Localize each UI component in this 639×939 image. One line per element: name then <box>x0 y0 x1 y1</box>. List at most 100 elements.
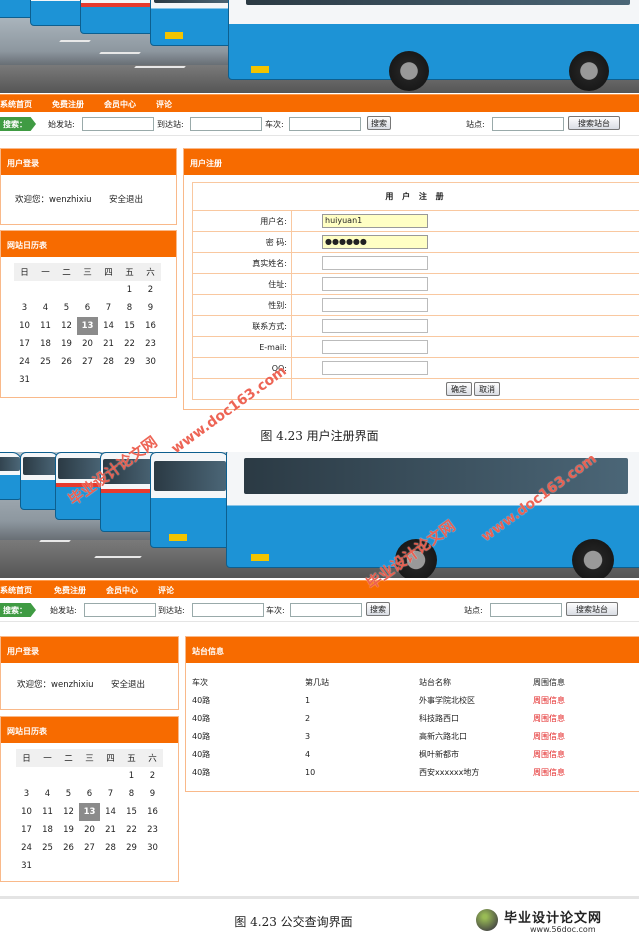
calendar-day[interactable]: 24 <box>14 353 35 371</box>
calendar-day[interactable]: 4 <box>35 299 56 317</box>
calendar-day[interactable]: 13 <box>77 317 98 335</box>
logout-link-2[interactable]: 安全退出 <box>111 678 145 690</box>
surrounding-info-link[interactable]: 周围信息 <box>533 727 632 745</box>
calendar-day[interactable]: 13 <box>79 803 100 821</box>
calendar-day[interactable]: 17 <box>14 335 35 353</box>
calendar-day[interactable]: 14 <box>100 803 121 821</box>
register-field-input[interactable]: ●●●●●● <box>322 235 428 249</box>
register-field-input[interactable] <box>322 298 428 312</box>
register-field-input[interactable] <box>322 277 428 291</box>
calendar-weekday: 一 <box>37 749 58 767</box>
register-field-input[interactable] <box>322 361 428 375</box>
calendar-day[interactable]: 2 <box>140 281 161 299</box>
calendar-day[interactable]: 3 <box>14 299 35 317</box>
calendar-day[interactable]: 31 <box>14 371 35 389</box>
calendar-day[interactable]: 20 <box>77 335 98 353</box>
surrounding-info-link[interactable]: 周围信息 <box>533 763 632 781</box>
calendar-day[interactable]: 18 <box>37 821 58 839</box>
calendar-day[interactable]: 23 <box>142 821 163 839</box>
calendar-day[interactable]: 25 <box>37 839 58 857</box>
calendar-day[interactable]: 1 <box>121 767 142 785</box>
calendar-day[interactable]: 19 <box>56 335 77 353</box>
calendar-day[interactable]: 12 <box>58 803 79 821</box>
calendar-day[interactable]: 30 <box>142 839 163 857</box>
calendar-day[interactable]: 17 <box>16 821 37 839</box>
calendar-day[interactable]: 6 <box>79 785 100 803</box>
calendar-day[interactable]: 27 <box>77 353 98 371</box>
calendar-day[interactable]: 29 <box>119 353 140 371</box>
station-input-2[interactable] <box>490 603 562 617</box>
station-input[interactable] <box>492 117 564 131</box>
calendar-day[interactable]: 30 <box>140 353 161 371</box>
surrounding-info-link[interactable]: 周围信息 <box>533 709 632 727</box>
cancel-button[interactable]: 取消 <box>474 382 500 396</box>
calendar-day[interactable]: 25 <box>35 353 56 371</box>
station-search-button-2[interactable]: 搜索站台 <box>566 602 618 616</box>
calendar-day[interactable]: 18 <box>35 335 56 353</box>
line-input[interactable] <box>289 117 361 131</box>
calendar-day[interactable]: 20 <box>79 821 100 839</box>
nav-register-2[interactable]: 免费注册 <box>54 585 86 596</box>
nav-member-2[interactable]: 会员中心 <box>106 585 138 596</box>
logout-link[interactable]: 安全退出 <box>109 193 143 205</box>
confirm-button[interactable]: 确定 <box>446 382 472 396</box>
calendar-day[interactable]: 16 <box>140 317 161 335</box>
calendar-day[interactable]: 15 <box>121 803 142 821</box>
calendar-day[interactable]: 26 <box>56 353 77 371</box>
calendar-day[interactable]: 11 <box>35 317 56 335</box>
calendar-day[interactable]: 1 <box>119 281 140 299</box>
calendar-day[interactable]: 7 <box>100 785 121 803</box>
nav-register[interactable]: 免费注册 <box>52 99 84 110</box>
line-input-2[interactable] <box>290 603 362 617</box>
calendar-day[interactable]: 21 <box>98 335 119 353</box>
station-search-button[interactable]: 搜索站台 <box>568 116 620 130</box>
calendar-day[interactable]: 21 <box>100 821 121 839</box>
nav-comment[interactable]: 评论 <box>156 99 172 110</box>
calendar-day[interactable]: 29 <box>121 839 142 857</box>
calendar-day[interactable]: 22 <box>119 335 140 353</box>
calendar-day[interactable]: 26 <box>58 839 79 857</box>
calendar-day[interactable]: 11 <box>37 803 58 821</box>
calendar-day[interactable]: 6 <box>77 299 98 317</box>
calendar-day[interactable]: 3 <box>16 785 37 803</box>
calendar-day[interactable]: 28 <box>100 839 121 857</box>
calendar-day[interactable]: 10 <box>14 317 35 335</box>
calendar-day[interactable]: 19 <box>58 821 79 839</box>
calendar-day[interactable]: 4 <box>37 785 58 803</box>
to-input[interactable] <box>190 117 262 131</box>
calendar-day[interactable]: 28 <box>98 353 119 371</box>
calendar-day[interactable]: 24 <box>16 839 37 857</box>
calendar-day[interactable]: 31 <box>16 857 37 875</box>
surrounding-info-link[interactable]: 周围信息 <box>533 691 632 709</box>
search-button[interactable]: 搜索 <box>367 116 391 130</box>
calendar-day[interactable]: 15 <box>119 317 140 335</box>
calendar-day[interactable]: 10 <box>16 803 37 821</box>
surrounding-info-link[interactable]: 周围信息 <box>533 745 632 763</box>
register-field-input[interactable] <box>322 319 428 333</box>
calendar-day[interactable]: 8 <box>119 299 140 317</box>
calendar-day[interactable]: 9 <box>142 785 163 803</box>
from-input[interactable] <box>82 117 154 131</box>
register-field-input[interactable] <box>322 340 428 354</box>
calendar-day[interactable]: 14 <box>98 317 119 335</box>
calendar-day[interactable]: 5 <box>56 299 77 317</box>
nav-home-2[interactable]: 系统首页 <box>0 585 32 596</box>
calendar-day[interactable]: 2 <box>142 767 163 785</box>
to-input-2[interactable] <box>192 603 264 617</box>
calendar-day[interactable]: 22 <box>121 821 142 839</box>
nav-comment-2[interactable]: 评论 <box>158 585 174 596</box>
calendar-day[interactable]: 8 <box>121 785 142 803</box>
register-field-input[interactable] <box>322 256 428 270</box>
nav-member[interactable]: 会员中心 <box>104 99 136 110</box>
calendar-day[interactable]: 12 <box>56 317 77 335</box>
calendar-day[interactable]: 5 <box>58 785 79 803</box>
calendar-day[interactable]: 23 <box>140 335 161 353</box>
calendar-day[interactable]: 7 <box>98 299 119 317</box>
search-button-2[interactable]: 搜索 <box>366 602 390 616</box>
register-field-input[interactable]: huiyuan1 <box>322 214 428 228</box>
from-input-2[interactable] <box>84 603 156 617</box>
calendar-day[interactable]: 27 <box>79 839 100 857</box>
calendar-day[interactable]: 9 <box>140 299 161 317</box>
calendar-day[interactable]: 16 <box>142 803 163 821</box>
nav-home[interactable]: 系统首页 <box>0 99 32 110</box>
